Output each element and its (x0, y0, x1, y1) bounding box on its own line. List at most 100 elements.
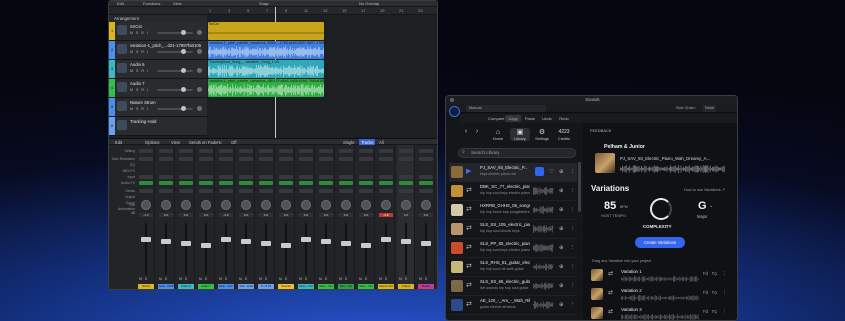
strip-slot[interactable] (359, 175, 373, 179)
strip-slot[interactable] (159, 149, 173, 153)
forward-icon[interactable]: › (467, 128, 487, 135)
strip-slot[interactable] (219, 175, 233, 179)
strip-slot[interactable] (319, 157, 333, 161)
strip-slot[interactable] (279, 157, 293, 161)
gain-value[interactable]: 0.0 (259, 213, 273, 217)
strip-slot[interactable] (339, 175, 353, 179)
mute-solo-buttons[interactable]: M S (159, 277, 168, 281)
variation-row[interactable]: ⇄ Variation 1 👍︎ 👎︎ ⋮ (591, 266, 734, 284)
gain-value[interactable]: 0.0 (299, 213, 313, 217)
thumbs-down-icon[interactable]: 👎︎ (712, 309, 717, 315)
scrollbar[interactable] (578, 162, 581, 212)
plugin-tab-redo[interactable]: Redo (556, 115, 572, 122)
strip-slot[interactable] (139, 189, 153, 193)
preset-select[interactable]: Manual (466, 105, 546, 112)
mute-solo-buttons[interactable]: M S (339, 277, 348, 281)
track-header[interactable]: 6 Tracking Hold (109, 117, 207, 136)
audio-region[interactable]: variation-1_pitch_palette_variations_836… (208, 41, 324, 59)
search-input[interactable]: Search Library (458, 148, 576, 158)
pan-knob[interactable] (141, 200, 151, 210)
heart-icon[interactable]: ♡ (549, 244, 554, 252)
pan-knob[interactable] (161, 200, 171, 210)
source-waveform[interactable] (620, 165, 725, 173)
strip-slot[interactable] (359, 157, 373, 161)
track-buttons[interactable]: M S R I (130, 31, 149, 35)
add-icon[interactable]: ⊕ (559, 225, 564, 233)
more-icon[interactable]: ⋮ (570, 282, 575, 290)
similar-icon[interactable]: ⇄ (466, 205, 472, 215)
add-icon[interactable]: ⊕ (559, 206, 564, 214)
strip-slot[interactable] (139, 175, 153, 179)
track-buttons[interactable]: M S R I (130, 88, 149, 92)
pan-knob[interactable] (361, 200, 371, 210)
strip-slot[interactable] (299, 157, 313, 161)
strip-slot[interactable] (219, 157, 233, 161)
strip-slot[interactable] (199, 149, 213, 153)
strip-slot[interactable] (379, 149, 393, 153)
pan-knob[interactable] (341, 200, 351, 210)
strip-slot[interactable] (279, 189, 293, 193)
track-header[interactable]: 1 SnCst M S R I (109, 22, 207, 41)
sound-row[interactable]: ⇄ SLS_SS_105_electric_piano_...hip hop so… (449, 220, 577, 239)
mute-solo-buttons[interactable]: M S (279, 277, 288, 281)
more-icon[interactable]: ⋮ (722, 290, 727, 296)
strip-slot[interactable] (239, 149, 253, 153)
thumbs-up-icon[interactable]: 👍︎ (703, 290, 708, 296)
strip-slot[interactable] (399, 157, 413, 161)
strip-slot[interactable] (139, 157, 153, 161)
more-icon[interactable]: ⋮ (570, 301, 575, 309)
volume-slider[interactable] (157, 70, 193, 72)
gain-value[interactable]: 0.0 (159, 213, 173, 217)
strip-slot[interactable] (219, 181, 233, 185)
how-to-link[interactable]: How to use Variations ↗ (684, 187, 725, 192)
heart-icon[interactable]: ♡ (549, 187, 554, 195)
pan-knob[interactable] (281, 200, 291, 210)
track-buttons[interactable]: M S R I (130, 107, 149, 111)
similar-icon[interactable]: ⇄ (466, 300, 472, 310)
similar-icon[interactable]: ⇄ (466, 262, 472, 272)
mute-solo-buttons[interactable]: M S (139, 277, 148, 281)
more-icon[interactable]: ⋮ (570, 244, 575, 252)
audio-region[interactable]: variation-1_pitch_palette_variations_d8c… (208, 79, 324, 97)
strip-slot[interactable] (379, 189, 393, 193)
pan-knob[interactable] (381, 200, 391, 210)
strip-slot[interactable] (179, 181, 193, 185)
similar-icon[interactable]: ⇄ (608, 308, 613, 315)
fader-handle[interactable] (341, 241, 351, 246)
fader-handle[interactable] (361, 243, 371, 248)
volume-slider[interactable] (157, 108, 193, 110)
more-icon[interactable]: ⋮ (570, 206, 575, 214)
gain-value[interactable]: -3.8 (379, 213, 393, 217)
pan-knob[interactable] (221, 200, 231, 210)
strip-slot[interactable] (319, 181, 333, 185)
more-icon[interactable]: ⋮ (570, 263, 575, 271)
strip-slot[interactable] (319, 175, 333, 179)
strip-slot[interactable] (199, 189, 213, 193)
strip-slot[interactable] (299, 189, 313, 193)
sound-row[interactable]: ⇄ SLS_RHS_81_guitar_electric_cryin...hip … (449, 258, 577, 277)
strip-slot[interactable] (399, 181, 413, 185)
similar-icon[interactable]: ⇄ (466, 281, 472, 291)
mute-solo-buttons[interactable]: M S (319, 277, 328, 281)
track-buttons[interactable]: M S R I (130, 50, 149, 54)
volume-knob[interactable] (181, 49, 186, 54)
sound-row[interactable]: ⇄ DBK_SC_77_electric_piano_loop_...hip ho… (449, 182, 577, 201)
add-icon[interactable]: ⊕ (559, 244, 564, 252)
pan-knob[interactable] (197, 106, 202, 111)
thumbs-up-icon[interactable]: 👍︎ (703, 309, 708, 315)
mode-select[interactable]: Major (697, 214, 707, 219)
track-name[interactable]: variation-1_pitch_...d21-17897fa0105 (130, 43, 201, 48)
fader-handle[interactable] (141, 237, 151, 242)
similar-icon[interactable]: ⇄ (466, 224, 472, 234)
strip-slot[interactable] (259, 189, 273, 193)
strip-slot[interactable] (199, 175, 213, 179)
variation-row[interactable]: ⇄ Variation 2 👍︎ 👎︎ ⋮ (591, 285, 734, 303)
similar-icon[interactable]: ⇄ (466, 186, 472, 196)
gain-value[interactable]: 0.0 (179, 213, 193, 217)
fader-handle[interactable] (241, 239, 251, 244)
nav-library[interactable]: ▣ Library (510, 128, 530, 141)
strip-slot[interactable] (379, 181, 393, 185)
add-icon[interactable]: ⊕ (559, 301, 564, 309)
strip-slot[interactable] (399, 175, 413, 179)
channel-name[interactable]: Audio 6 (178, 284, 194, 289)
